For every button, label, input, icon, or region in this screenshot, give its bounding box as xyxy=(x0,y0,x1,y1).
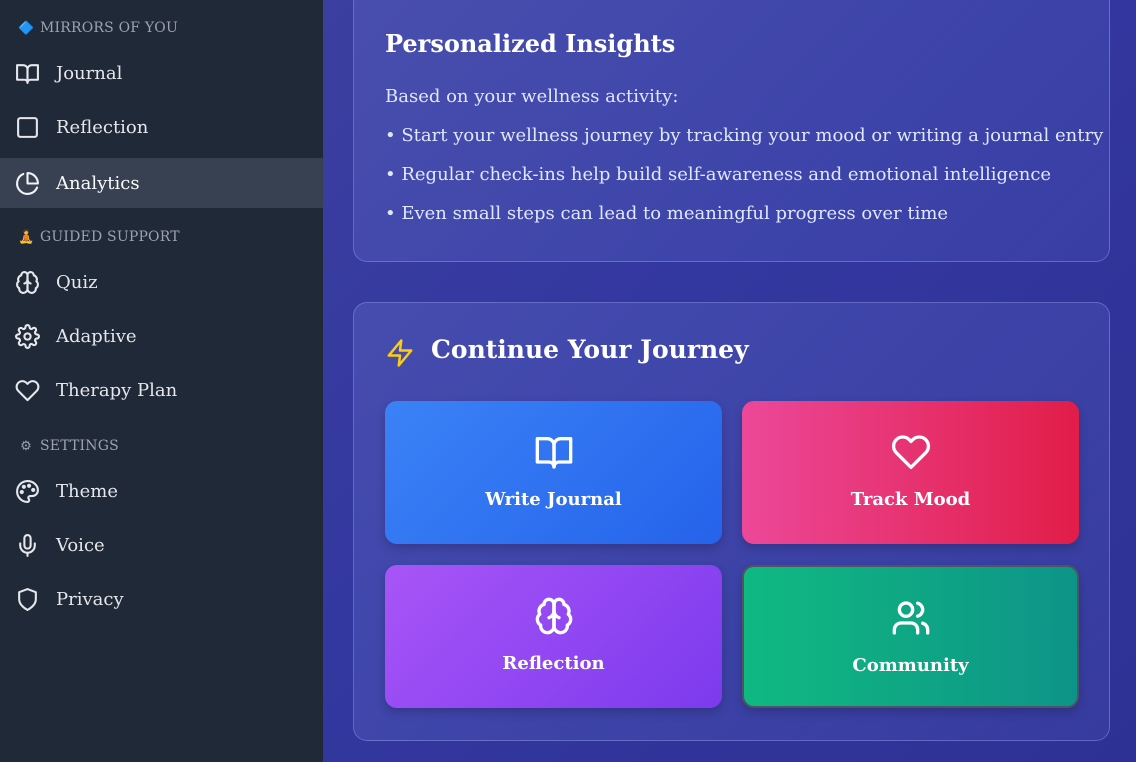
sidebar-item-privacy[interactable]: Privacy xyxy=(0,574,323,624)
sidebar: 🔷 MIRRORS OF YOU Journal Reflection Anal… xyxy=(0,0,323,762)
sidebar-item-theme[interactable]: Theme xyxy=(0,466,323,516)
sidebar-item-label: Theme xyxy=(56,480,118,502)
sidebar-item-label: Voice xyxy=(56,534,105,556)
insight-item: • Regular check-ins help build self-awar… xyxy=(385,164,1052,185)
sidebar-item-label: Privacy xyxy=(56,588,124,610)
insight-item: • Even small steps can lead to meaningfu… xyxy=(385,203,949,224)
sidebar-item-label: Quiz xyxy=(56,271,98,293)
sidebar-item-analytics[interactable]: Analytics xyxy=(0,158,323,208)
section-label: SETTINGS xyxy=(40,438,119,454)
sidebar-item-label: Adaptive xyxy=(56,325,137,347)
tile-label: Track Mood xyxy=(850,489,971,510)
journey-title: Continue Your Journey xyxy=(431,335,749,364)
insight-item: • Start your wellness journey by trackin… xyxy=(385,125,1104,146)
sidebar-item-label: Therapy Plan xyxy=(56,379,178,401)
insights-card: Personalized Insights Based on your well… xyxy=(353,0,1110,262)
insights-title: Personalized Insights xyxy=(385,29,676,58)
heart-icon xyxy=(891,435,930,470)
tile-label: Write Journal xyxy=(485,489,622,510)
sidebar-item-therapy-plan[interactable]: Therapy Plan xyxy=(0,365,323,415)
reflection-button[interactable]: Reflection xyxy=(385,565,722,708)
section-header-settings: ⚙ SETTINGS xyxy=(18,436,119,456)
meditation-icon: 🧘 xyxy=(18,229,35,245)
sidebar-item-journal[interactable]: Journal xyxy=(0,48,323,98)
sidebar-item-label: Analytics xyxy=(56,172,140,194)
diamond-icon: 🔷 xyxy=(18,20,35,36)
section-header-guided-support: 🧘 GUIDED SUPPORT xyxy=(18,227,180,247)
section-label: MIRRORS OF YOU xyxy=(40,20,178,36)
sidebar-item-label: Reflection xyxy=(56,116,149,138)
pie-chart-icon xyxy=(16,171,39,195)
journey-card: Continue Your Journey Write Journal Trac… xyxy=(353,302,1110,741)
write-journal-button[interactable]: Write Journal xyxy=(385,401,722,544)
sidebar-item-quiz[interactable]: Quiz xyxy=(0,257,323,307)
section-label: GUIDED SUPPORT xyxy=(40,229,180,245)
square-icon xyxy=(17,116,38,138)
insights-intro: Based on your wellness activity: xyxy=(385,86,679,107)
sidebar-item-adaptive[interactable]: Adaptive xyxy=(0,311,323,361)
microphone-icon xyxy=(19,533,36,557)
brain-icon xyxy=(16,270,39,294)
community-button[interactable]: Community xyxy=(742,565,1079,708)
heart-icon xyxy=(15,379,40,401)
lightning-bolt-icon xyxy=(387,339,413,367)
main-content: Personalized Insights Based on your well… xyxy=(323,0,1136,762)
tile-label: Community xyxy=(852,655,969,676)
sidebar-item-reflection[interactable]: Reflection xyxy=(0,102,323,152)
book-open-icon xyxy=(16,63,39,84)
settings-icon xyxy=(15,323,40,349)
book-open-icon xyxy=(535,437,572,469)
sidebar-item-voice[interactable]: Voice xyxy=(0,520,323,570)
brain-icon xyxy=(535,597,572,635)
palette-icon xyxy=(16,479,39,503)
shield-icon xyxy=(18,587,37,611)
sidebar-item-label: Journal xyxy=(56,62,123,84)
tile-label: Reflection xyxy=(502,653,605,674)
track-mood-button[interactable]: Track Mood xyxy=(742,401,1079,544)
users-icon xyxy=(892,601,929,635)
section-header-mirrors: 🔷 MIRRORS OF YOU xyxy=(18,18,178,38)
gear-icon: ⚙ xyxy=(20,438,32,454)
